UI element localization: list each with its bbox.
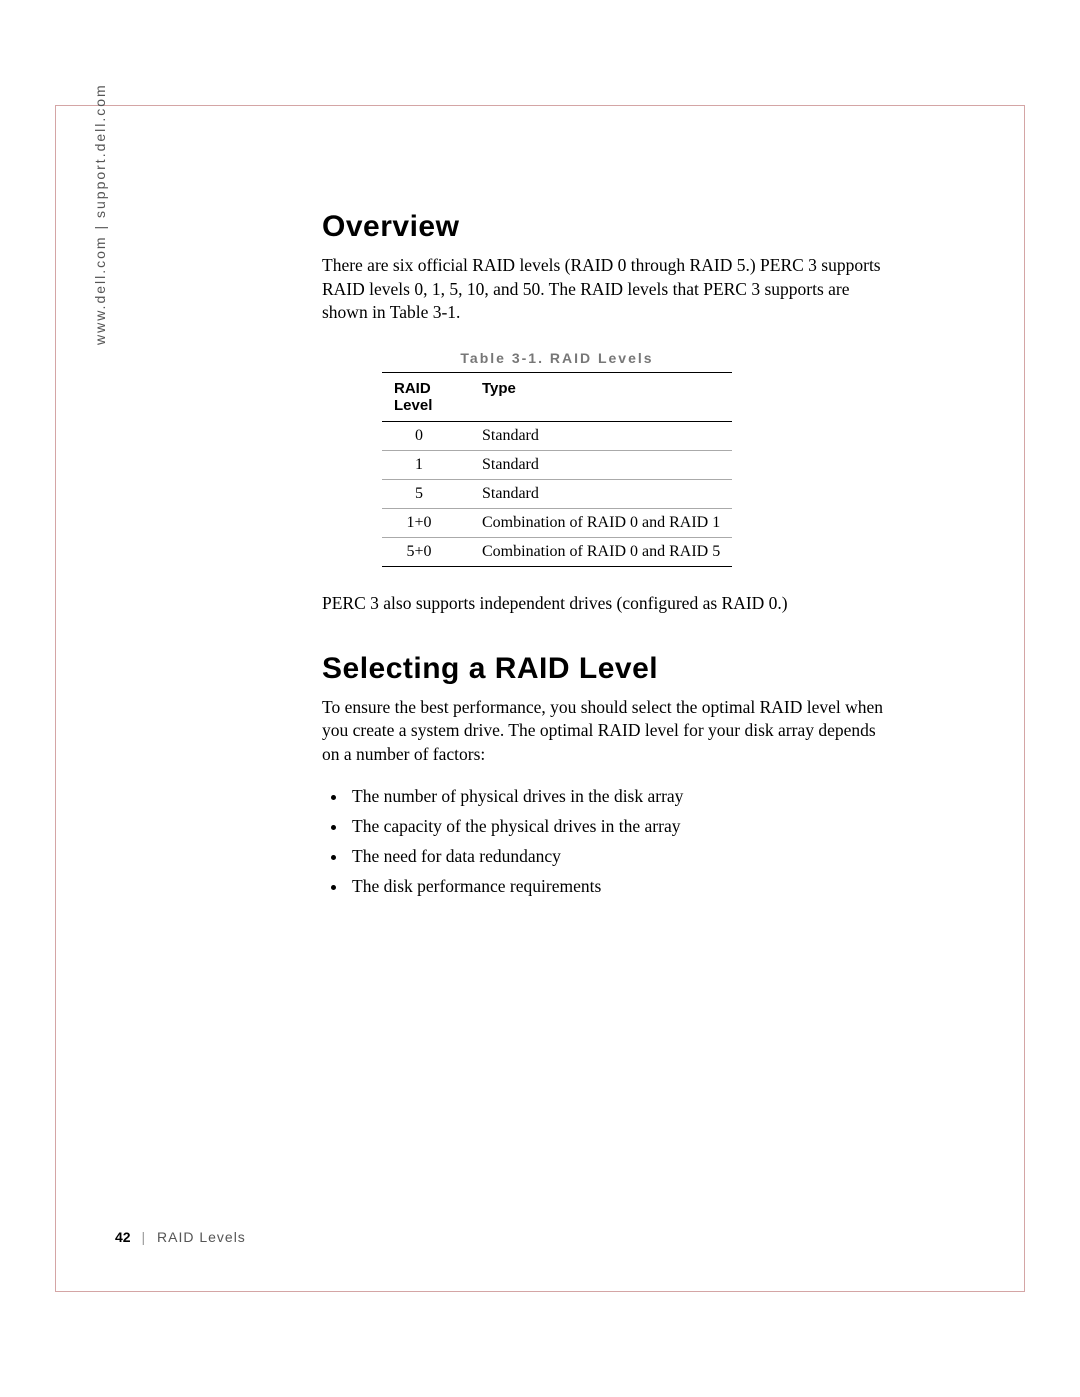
raid-levels-table: RAID Level Type 0 Standard 1 Standard 5 [382, 372, 732, 567]
cell-level: 5 [382, 479, 470, 508]
cell-level: 0 [382, 421, 470, 450]
cell-level: 1+0 [382, 508, 470, 537]
overview-paragraph: There are six official RAID levels (RAID… [322, 254, 892, 325]
footer-chapter: RAID Levels [157, 1229, 246, 1245]
table-caption: Table 3-1. RAID Levels [382, 350, 732, 366]
table-row: 1+0 Combination of RAID 0 and RAID 1 [382, 508, 732, 537]
table-row: 5 Standard [382, 479, 732, 508]
cell-type: Standard [470, 421, 732, 450]
cell-level: 5+0 [382, 537, 470, 566]
overview-after-table: PERC 3 also supports independent drives … [322, 592, 892, 616]
overview-heading: Overview [322, 210, 892, 244]
table-row: 1 Standard [382, 450, 732, 479]
cell-type: Combination of RAID 0 and RAID 1 [470, 508, 732, 537]
table-row: 5+0 Combination of RAID 0 and RAID 5 [382, 537, 732, 566]
header-line2: Level [394, 397, 432, 414]
list-item: The need for data redundancy [348, 842, 892, 872]
cell-type: Standard [470, 450, 732, 479]
table-header-raid-level: RAID Level [382, 372, 470, 421]
header-line1: RAID [394, 380, 431, 397]
page-footer: 42 | RAID Levels [115, 1229, 246, 1245]
main-content: Overview There are six official RAID lev… [322, 210, 892, 901]
list-item: The number of physical drives in the dis… [348, 782, 892, 812]
cell-type: Standard [470, 479, 732, 508]
selecting-heading: Selecting a RAID Level [322, 652, 892, 686]
page-number: 42 [115, 1229, 131, 1245]
table-header-row: RAID Level Type [382, 372, 732, 421]
raid-levels-table-wrapper: Table 3-1. RAID Levels RAID Level Type 0… [382, 350, 732, 567]
list-item: The disk performance requirements [348, 872, 892, 902]
table-row: 0 Standard [382, 421, 732, 450]
factors-list: The number of physical drives in the dis… [348, 782, 892, 901]
footer-separator: | [141, 1229, 146, 1245]
selecting-paragraph: To ensure the best performance, you shou… [322, 696, 892, 767]
selecting-section: Selecting a RAID Level To ensure the bes… [322, 652, 892, 902]
cell-level: 1 [382, 450, 470, 479]
table-header-type: Type [470, 372, 732, 421]
side-website-label: www.dell.com | support.dell.com [92, 83, 108, 345]
list-item: The capacity of the physical drives in t… [348, 812, 892, 842]
cell-type: Combination of RAID 0 and RAID 5 [470, 537, 732, 566]
